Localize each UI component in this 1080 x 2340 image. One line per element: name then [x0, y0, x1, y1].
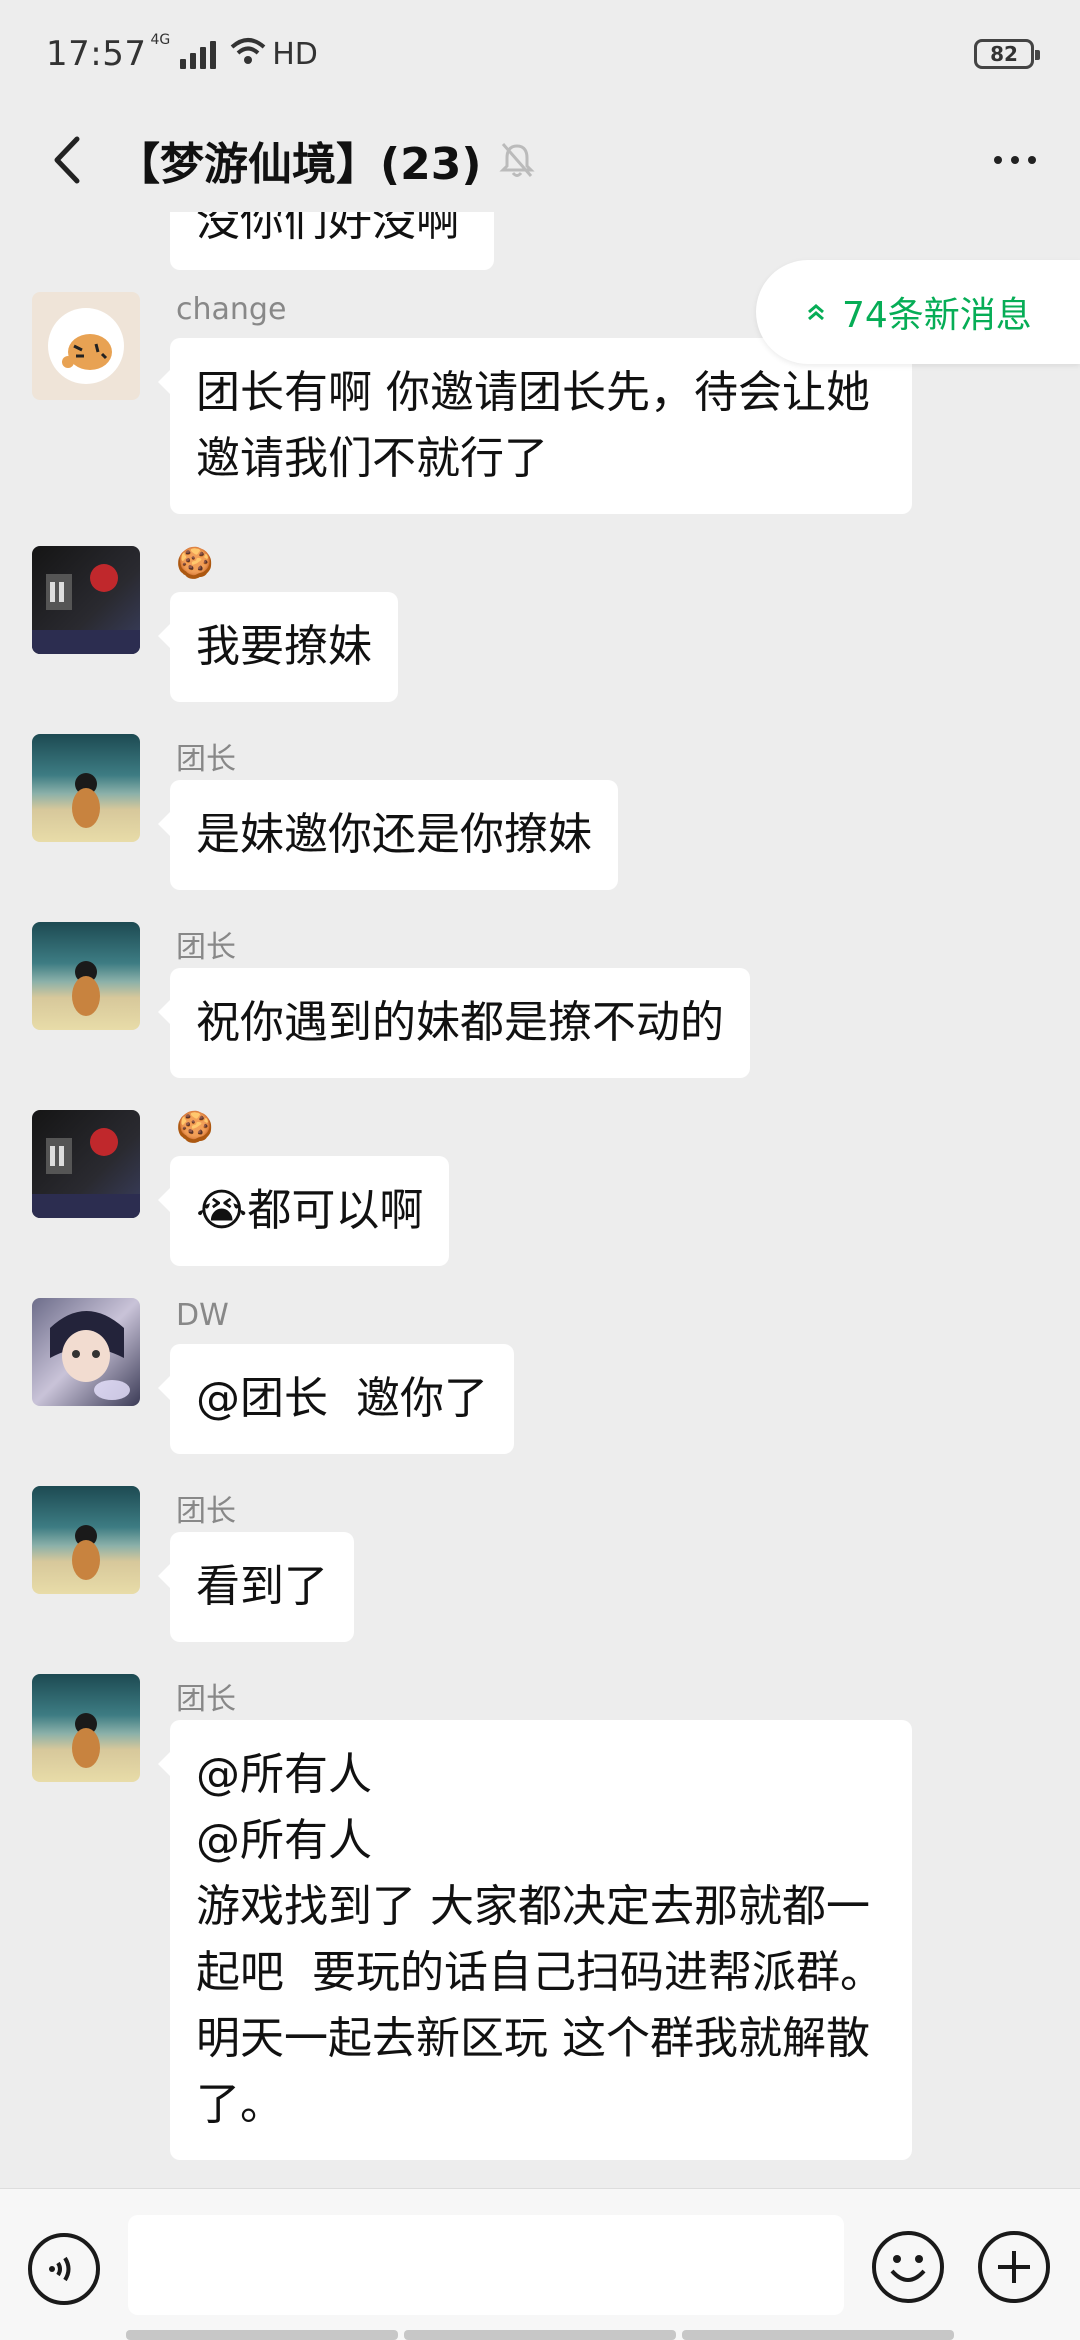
mute-bell-icon [499, 143, 536, 177]
avatar[interactable] [32, 1486, 140, 1594]
message-bubble[interactable]: 是妹邀你还是你撩妹 [158, 780, 618, 890]
avatar-photo-icon [72, 1525, 100, 1580]
message-input[interactable] [128, 2215, 844, 2315]
message-text: 了。 [196, 2079, 284, 2130]
network-type: 4G [150, 32, 171, 48]
sender-name: 🍪 [176, 1110, 214, 1145]
message-text: @所有人 [196, 1815, 372, 1866]
avatar-photo-icon [72, 1713, 100, 1768]
message-bubble[interactable]: 看到了 [158, 1532, 354, 1642]
chat-message-list[interactable]: 没你们好没啊 change 团长有啊 你邀请团长先，待会让她 邀请我们不就行了 [0, 212, 1080, 2188]
avatar[interactable] [32, 1298, 140, 1406]
plus-circle-icon [978, 2231, 1050, 2303]
sender-name: 🍪 [176, 546, 214, 581]
emoji-icon [872, 2231, 944, 2303]
chat-title: 【梦游仙境】(23) [116, 139, 482, 190]
avatar-photo-icon [50, 1311, 130, 1400]
message-text: 明天一起去新区玩 这个群我就解散 [196, 2013, 870, 2064]
message-bubble[interactable]: 团长有啊 你邀请团长先，待会让她 邀请我们不就行了 [158, 338, 912, 514]
new-messages-button[interactable]: 74条新消息 [756, 260, 1080, 364]
message-bubble[interactable]: @所有人 @所有人 游戏找到了 大家都决定去那就都一 起吧 要玩的话自己扫码进帮… [158, 1720, 912, 2160]
more-dot-icon [994, 156, 1002, 164]
message-bubble[interactable]: 我要撩妹 [158, 592, 398, 702]
emoji-button[interactable] [870, 2229, 946, 2305]
avatar-photo-icon [32, 564, 140, 654]
more-dot-icon [1028, 156, 1036, 164]
message-text: @所有人 [196, 1749, 372, 1800]
battery-icon: 82 [974, 39, 1040, 69]
avatar[interactable] [32, 1110, 140, 1218]
message-text: 我要撩妹 [196, 621, 372, 672]
sender-name: 团长 [176, 930, 236, 965]
message-text: 😭都可以啊 [196, 1185, 424, 1236]
chat-title-group[interactable]: 【梦游仙境】(23) [116, 130, 537, 190]
input-bar [0, 2188, 1080, 2340]
wifi-icon [230, 34, 266, 74]
hd-label: HD [272, 36, 318, 72]
double-chevron-up-icon [808, 304, 824, 321]
status-bar: 17:57 4G HD 82 [0, 0, 1080, 108]
chevron-left-icon [54, 136, 80, 184]
avatar[interactable] [32, 734, 140, 842]
avatar[interactable] [32, 1674, 140, 1782]
tiger-avatar-icon [48, 308, 124, 384]
voice-icon [28, 2233, 100, 2305]
message-text: 祝你遇到的妹都是撩不动的 [196, 997, 724, 1048]
message-text: 团长有啊 你邀请团长先，待会让她 [196, 367, 870, 418]
sender-name: 团长 [176, 1682, 236, 1717]
avatar[interactable] [32, 922, 140, 1030]
message-text: 是妹邀你还是你撩妹 [196, 809, 592, 860]
message-text: 看到了 [196, 1561, 328, 1612]
back-button[interactable] [36, 130, 96, 190]
message-bubble[interactable]: @团长 邀你了 [158, 1344, 514, 1454]
more-actions-button[interactable] [976, 2229, 1052, 2305]
battery-level: 82 [990, 42, 1018, 66]
gesture-bar [126, 2330, 954, 2340]
sender-name: change [176, 292, 287, 327]
sender-name: 团长 [176, 742, 236, 777]
signal-icon [180, 39, 217, 69]
avatar-photo-icon [32, 1128, 140, 1218]
avatar-photo-icon [72, 961, 100, 1016]
message-text: 邀请我们不就行了 [196, 433, 548, 484]
message-text: @团长 邀你了 [196, 1373, 488, 1424]
avatar[interactable] [32, 546, 140, 654]
new-messages-label: 74条新消息 [842, 295, 1032, 336]
sender-name: 团长 [176, 1494, 236, 1529]
more-options-button[interactable] [980, 130, 1050, 190]
avatar-photo-icon [72, 773, 100, 828]
sender-name: DW [176, 1298, 229, 1333]
avatar[interactable] [32, 292, 140, 400]
partial-message-text: 没你们好没啊 [196, 212, 460, 246]
more-dot-icon [1011, 156, 1019, 164]
message-text: 起吧 要玩的话自己扫码进帮派群。 [196, 1947, 884, 1998]
status-time: 17:57 [46, 34, 147, 74]
message-bubble[interactable]: 祝你遇到的妹都是撩不动的 [158, 968, 750, 1078]
voice-input-button[interactable] [26, 2231, 102, 2307]
message-bubble[interactable]: 😭都可以啊 [157, 1156, 450, 1266]
message-text: 游戏找到了 大家都决定去那就都一 [196, 1881, 870, 1932]
partial-message-bubble: 没你们好没啊 [170, 212, 494, 270]
chat-header: 【梦游仙境】(23) [0, 108, 1080, 212]
